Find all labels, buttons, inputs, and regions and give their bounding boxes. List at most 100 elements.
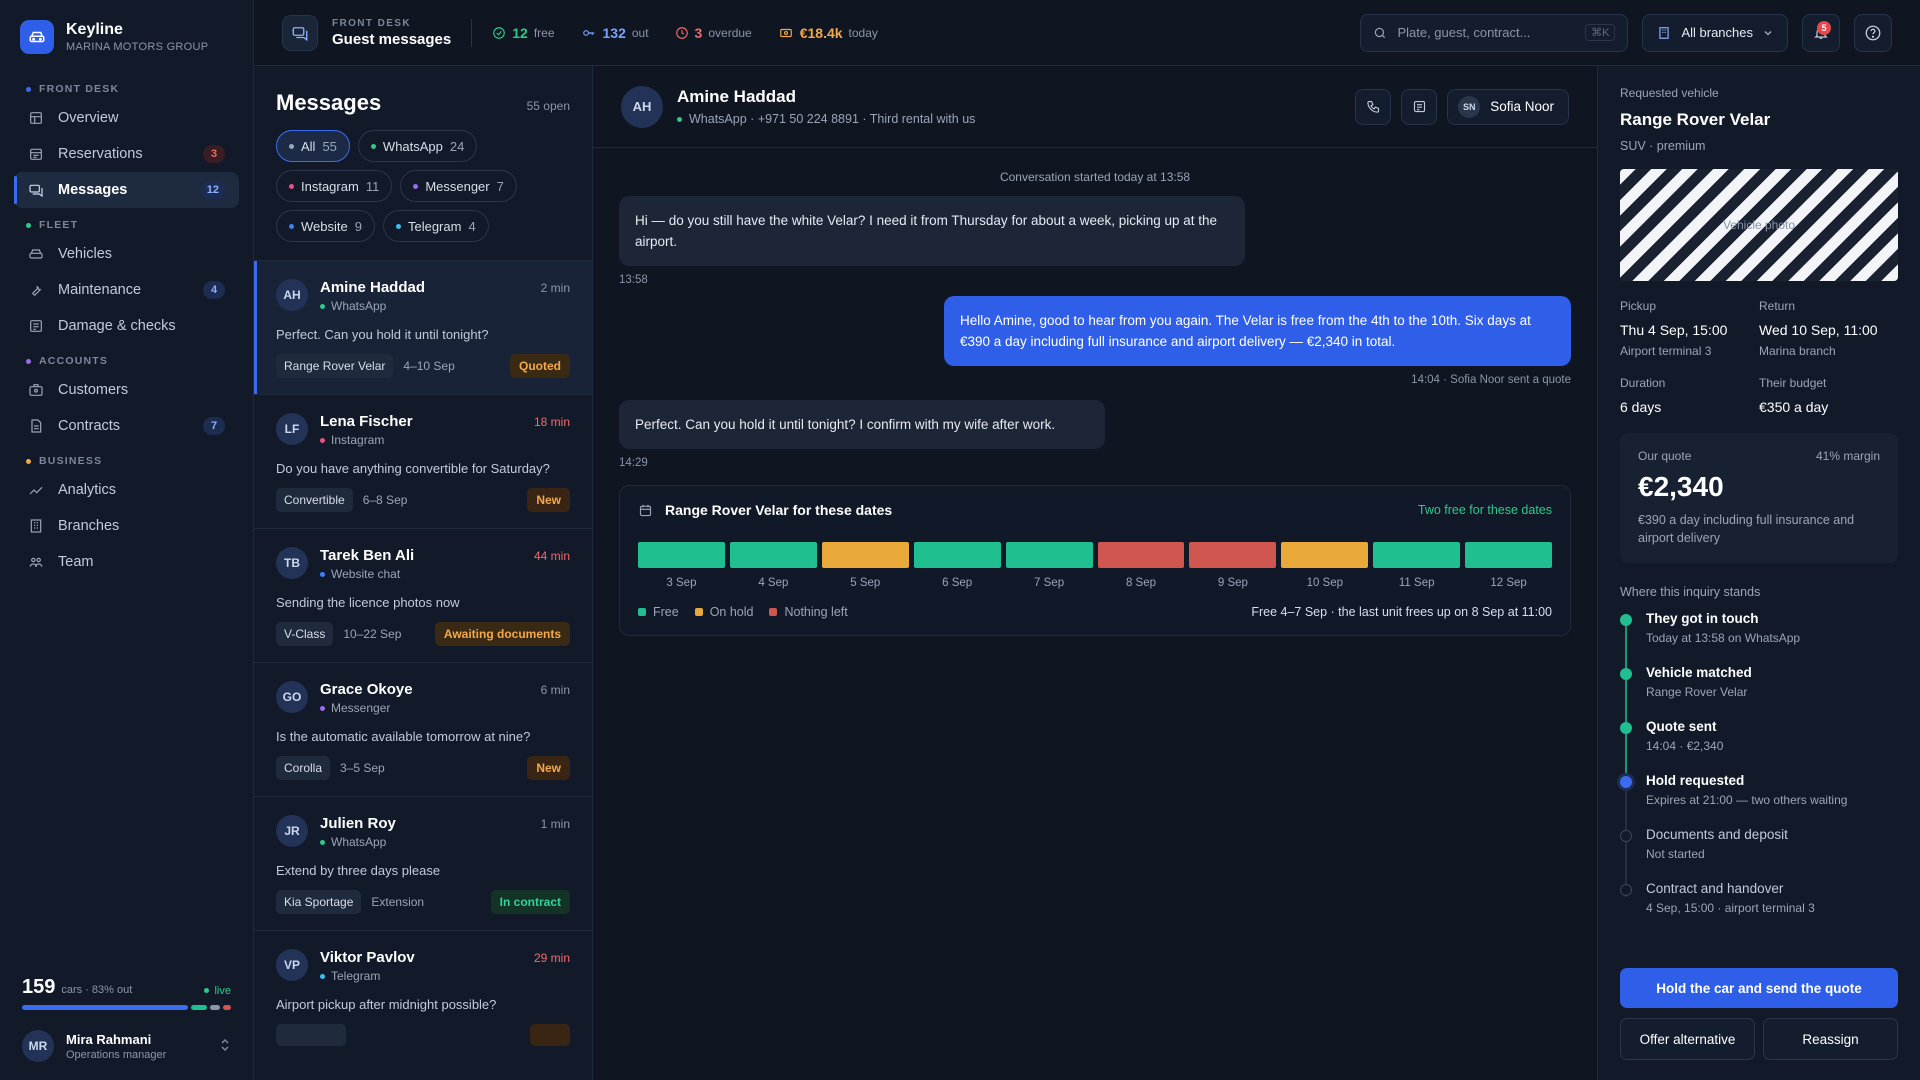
count-badge: 12 [200, 181, 225, 199]
filter-chip-all[interactable]: All 55 [276, 130, 350, 162]
sidebar-item-contracts[interactable]: Contracts 7 [14, 408, 239, 444]
vehicle-photo-placeholder: Vehicle photo [1620, 169, 1898, 281]
notifications-button[interactable]: 5 [1802, 13, 1840, 52]
search-input[interactable]: Plate, guest, contract... ⌘K [1360, 13, 1629, 52]
filter-chip-instagram[interactable]: Instagram 11 [276, 170, 393, 202]
message-preview: Perfect. Can you hold it until tonight? [276, 327, 489, 342]
day-label: 6 Sep [942, 577, 973, 589]
filter-chip-messenger[interactable]: Messenger 7 [400, 170, 517, 202]
avatar: AH [621, 85, 663, 128]
message-time: 14:04 · Sofia Noor sent a quote [1411, 374, 1571, 386]
availability-summary: Free 4–7 Sep · the last unit frees up on… [1251, 605, 1552, 619]
sidebar: Keyline MARINA MOTORS GROUP FRONT DESK O… [0, 0, 254, 1080]
quote-card: Our quote 41% margin €2,340 €390 a day in… [1620, 433, 1898, 563]
check-circle-icon [493, 26, 506, 39]
availability-day: 11 Sep [1373, 542, 1461, 589]
sidebar-item-label: Vehicles [58, 246, 113, 262]
call-button[interactable] [1355, 88, 1392, 125]
vehicle-class: SUV · premium [1620, 139, 1706, 153]
divider [471, 18, 473, 47]
conversation-item[interactable]: VP Viktor Pavlov Telegram 29 min Airport … [254, 930, 592, 1062]
stat-overdue: 3 overdue [675, 25, 752, 41]
contact-name: Amine Haddad [320, 279, 426, 296]
reassign-button[interactable]: Reassign [1763, 1018, 1898, 1060]
filter-chip-website[interactable]: Website 9 [276, 210, 375, 242]
availability-day: 12 Sep [1465, 542, 1553, 589]
sidebar-item-damage-checks[interactable]: Damage & checks [14, 308, 239, 344]
sidebar-item-label: Analytics [58, 482, 117, 498]
assignee-button[interactable]: SN Sofia Noor [1447, 88, 1569, 125]
hold-and-send-quote-button[interactable]: Hold the car and send the quote [1620, 968, 1898, 1008]
filter-chip-telegram[interactable]: Telegram 4 [382, 210, 489, 242]
margin-value: 41% margin [1815, 449, 1880, 463]
conversation-item[interactable]: LF Lena Fischer Instagram 18 min Do you h… [254, 394, 592, 528]
help-button[interactable] [1854, 13, 1892, 52]
sidebar-item-branches[interactable]: Branches [14, 508, 239, 544]
duration-value: 6 days [1620, 399, 1662, 415]
bar-other [210, 1005, 220, 1010]
budget-label: Their budget [1759, 376, 1827, 390]
message-incoming: Hi — do you still have the white Velar? … [619, 196, 1245, 266]
offer-alternative-button[interactable]: Offer alternative [1620, 1018, 1755, 1060]
legend-free: Free [638, 605, 679, 619]
avatar: TB [276, 547, 308, 579]
id-card-icon [29, 384, 43, 396]
wrench-icon [31, 285, 42, 297]
sidebar-item-label: Customers [58, 382, 129, 398]
day-label: 5 Sep [850, 577, 881, 589]
availability-day: 4 Sep [729, 542, 817, 589]
conversation-item[interactable]: GO Grace Okoye Messenger 6 min Is the aut… [254, 662, 592, 796]
contact-name: Lena Fischer [320, 413, 413, 430]
calendar-icon [639, 504, 652, 516]
availability-day: 5 Sep [821, 542, 909, 589]
topbar: FRONT DESK Guest messages 12 free 132 out … [254, 0, 1920, 66]
user-name: Mira Rahmani [66, 1031, 152, 1047]
notes-button[interactable] [1401, 88, 1438, 125]
user-menu[interactable]: MR Mira Rahmani Operations manager [22, 1030, 231, 1062]
nav-section-accounts: ACCOUNTS [0, 350, 253, 372]
filter-chip-whatsapp[interactable]: WhatsApp 24 [357, 130, 478, 162]
channel: Telegram [320, 969, 415, 983]
sidebar-item-reservations[interactable]: Reservations 3 [14, 136, 239, 172]
availability-day: 6 Sep [913, 542, 1001, 589]
availability-block-hold [821, 542, 909, 568]
sidebar-item-maintenance[interactable]: Maintenance 4 [14, 272, 239, 308]
timeline-step: Vehicle matched Range Rover Velar [1620, 665, 1898, 719]
status-badge: In contract [490, 890, 570, 914]
sidebar-item-label: Maintenance [58, 282, 142, 298]
note-icon [1413, 100, 1425, 113]
sidebar-item-analytics[interactable]: Analytics [14, 472, 239, 508]
stat-label: free [533, 25, 555, 40]
stat-revenue: €18.4k today [778, 25, 878, 41]
sidebar-item-customers[interactable]: Customers [14, 372, 239, 408]
nav-section-fleet: FLEET [0, 214, 253, 236]
car-icon [29, 249, 43, 259]
branch-select[interactable]: All branches [1642, 13, 1788, 52]
status-badge: Quoted [510, 354, 570, 378]
messages-title: Messages [276, 90, 382, 115]
return-value: Wed 10 Sep, 11:00 [1759, 322, 1878, 338]
avatar: LF [276, 413, 308, 445]
section-dot [26, 222, 31, 228]
date-range: 3–5 Sep [340, 761, 385, 775]
sidebar-item-overview[interactable]: Overview [14, 100, 239, 136]
contact-name: Viktor Pavlov [320, 949, 415, 966]
sidebar-item-messages[interactable]: Messages 12 [14, 172, 239, 208]
conversation-item[interactable]: JR Julien Roy WhatsApp 1 min Extend by th… [254, 796, 592, 930]
sidebar-item-team[interactable]: Team [14, 544, 239, 580]
conversation-item[interactable]: AH Amine Haddad WhatsApp 2 min Perfect. C… [254, 260, 592, 394]
document-icon [31, 419, 42, 433]
nav-section-front-desk: FRONT DESK [0, 78, 253, 100]
sidebar-item-vehicles[interactable]: Vehicles [14, 236, 239, 272]
cash-icon [779, 28, 792, 37]
vehicle-name: Range Rover Velar [1620, 110, 1771, 129]
people-icon [29, 557, 43, 567]
legend-on-hold: On hold [694, 605, 753, 619]
conversation-item[interactable]: TB Tarek Ben Ali Website chat 44 min Send… [254, 528, 592, 662]
conversation-start: Conversation started today at 13:58 [999, 170, 1191, 184]
timestamp: 18 min [533, 415, 570, 429]
timestamp: 2 min [540, 281, 570, 295]
phone-icon [1367, 100, 1379, 113]
avatar: SN [1458, 95, 1481, 118]
day-label: 8 Sep [1125, 577, 1157, 589]
